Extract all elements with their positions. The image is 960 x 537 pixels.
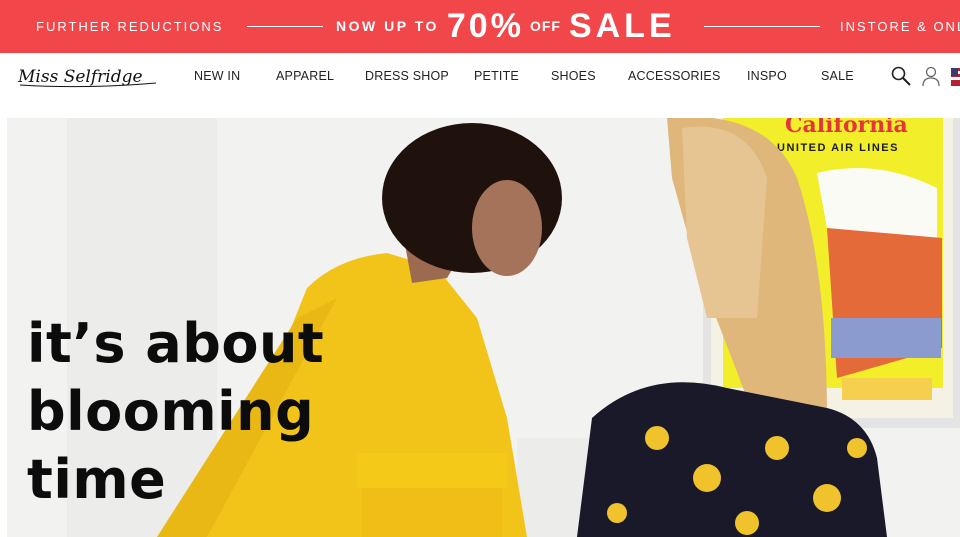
promo-sale: SALE <box>568 6 676 45</box>
brand-logo[interactable]: Miss Selfridge <box>16 61 158 89</box>
poster-title: California <box>785 118 908 138</box>
nav-item-new-in[interactable]: NEW IN <box>194 69 240 83</box>
nav-item-dress-shop[interactable]: DRESS SHOP <box>365 69 449 83</box>
poster-subtitle: UNITED AIR LINES <box>777 142 899 154</box>
hero-headline-line-2: blooming <box>27 380 315 443</box>
nav-item-inspo[interactable]: INSPO <box>747 69 787 83</box>
promo-off: OFF <box>529 18 561 34</box>
hero-headline: it’s about blooming time <box>27 310 324 514</box>
promo-divider-left <box>247 26 323 27</box>
country-flag-icon[interactable] <box>951 68 960 86</box>
promo-banner[interactable]: FURTHER REDUCTIONS NOW UP TO 70% OFF SAL… <box>0 0 960 53</box>
hero-headline-line-3: time <box>27 448 167 511</box>
nav-item-accessories[interactable]: ACCESSORIES <box>628 69 721 83</box>
nav-item-petite[interactable]: PETITE <box>474 69 519 83</box>
hero-banner[interactable]: California UNITED AIR LINES it’s about b… <box>7 118 960 537</box>
hero-headline-line-1: it’s about <box>27 312 325 375</box>
promo-percent: 70% <box>446 6 524 45</box>
main-nav: Miss Selfridge NEW IN APPAREL DRESS SHOP… <box>0 53 960 118</box>
nav-item-shoes[interactable]: SHOES <box>551 69 596 83</box>
search-icon[interactable] <box>890 65 912 87</box>
account-icon[interactable] <box>920 65 942 87</box>
brand-logo-text: Miss Selfridge <box>17 67 143 87</box>
nav-item-apparel[interactable]: APPAREL <box>276 69 334 83</box>
promo-left-text: FURTHER REDUCTIONS <box>36 19 224 34</box>
promo-headline: NOW UP TO 70% OFF SALE <box>336 6 676 46</box>
promo-divider-right <box>704 26 820 27</box>
promo-now-up-to: NOW UP TO <box>336 18 439 34</box>
promo-right-text: INSTORE & ONLINE <box>840 19 960 34</box>
nav-item-sale[interactable]: SALE <box>821 69 854 83</box>
